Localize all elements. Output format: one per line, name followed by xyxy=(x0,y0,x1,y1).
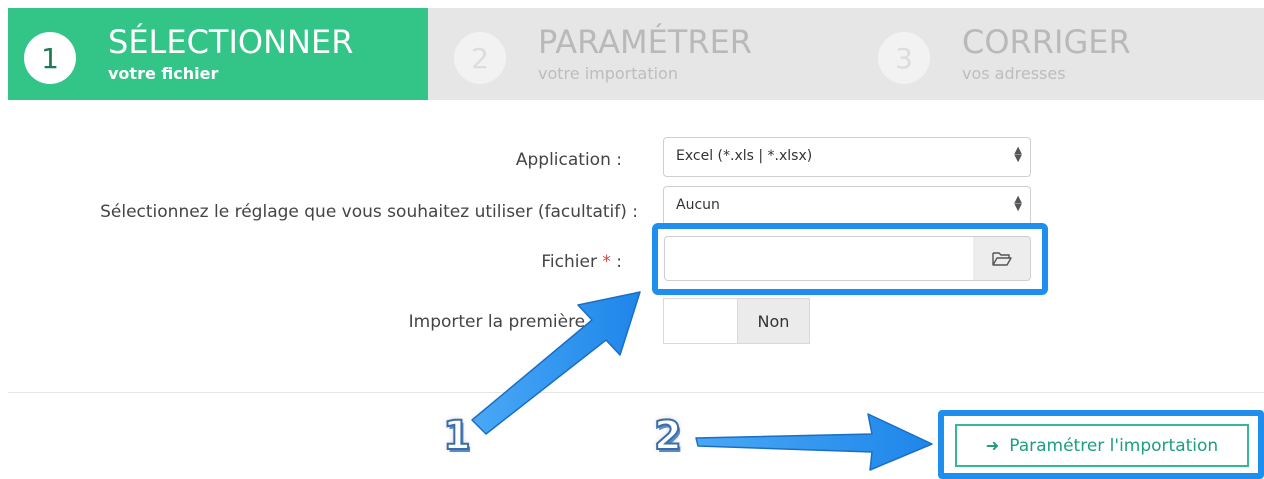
annotation-number-2: 2 xyxy=(653,413,683,459)
arrow-right-icon: ➜ xyxy=(985,436,1000,455)
arrow-to-file-icon xyxy=(471,291,641,435)
annotation-number-1: 1 xyxy=(442,413,472,459)
configure-import-label: Paramétrer l'importation xyxy=(1009,435,1219,456)
annotation-arrows xyxy=(471,291,933,471)
configure-import-button[interactable]: ➜ Paramétrer l'importation xyxy=(955,424,1249,467)
arrow-to-submit-icon xyxy=(695,413,933,471)
